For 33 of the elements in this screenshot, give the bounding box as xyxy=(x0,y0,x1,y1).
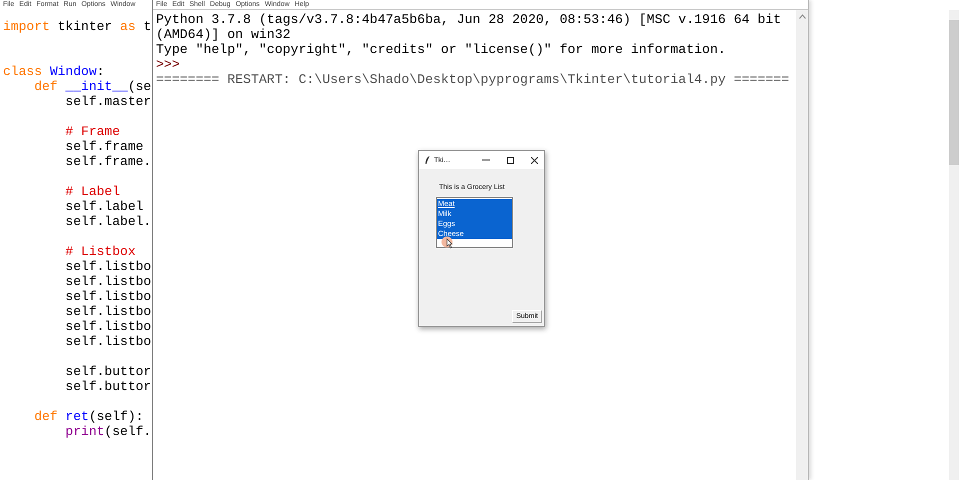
maximize-icon[interactable] xyxy=(507,156,514,164)
shell-line: Type "help", "copyright", "credits" or "license()" for more information. xyxy=(156,42,727,57)
scrollbar[interactable] xyxy=(949,10,959,480)
code-line: self.frame. xyxy=(64,154,152,169)
code-line: self.listbo xyxy=(64,334,152,349)
code-line: self.listbo xyxy=(64,304,152,319)
code-line: def ret(self): xyxy=(33,409,144,424)
code-line: self.buttor xyxy=(64,364,152,379)
shell-line: Python 3.7.8 (tags/v3.7.8:4b47a5b6ba, Jun 28 2020, 08:53:46) [MSC v.1916 64 bit xyxy=(156,12,782,27)
code-line: self.listbo xyxy=(64,274,152,289)
feather-icon xyxy=(425,156,430,164)
code-line: self.frame xyxy=(64,139,144,154)
code-line: # Listbox xyxy=(64,244,136,259)
code-line: self.label xyxy=(64,199,144,214)
code-line: class Window: xyxy=(3,64,104,79)
code-line: # Label xyxy=(64,184,120,199)
scrollbar[interactable] xyxy=(796,10,808,480)
shell-line: (AMD64)] on win32 xyxy=(156,27,292,42)
close-icon[interactable] xyxy=(531,156,538,164)
shell-line: ======== RESTART: C:\Users\Shado\Desktop\pyprograms\Tkinter\tutorial4.py ======= xyxy=(156,72,790,87)
code-line: # Frame xyxy=(64,124,120,139)
code-line: self.buttor xyxy=(64,379,152,394)
code-line: import tkinter as t xyxy=(3,19,152,34)
code-line: self.listbo xyxy=(64,259,152,274)
code-line: def __init__(se xyxy=(33,79,152,94)
code-line: self.listbo xyxy=(64,289,152,304)
code-line: self.listbo xyxy=(64,319,152,334)
pointer-cursor-icon xyxy=(441,236,455,250)
code-line: self.master xyxy=(64,94,152,109)
code-line: self.label. xyxy=(64,214,152,229)
code-line: print(self. xyxy=(64,424,152,439)
shell-line: >>> xyxy=(156,57,181,72)
scroll-up-icon[interactable] xyxy=(798,14,806,19)
